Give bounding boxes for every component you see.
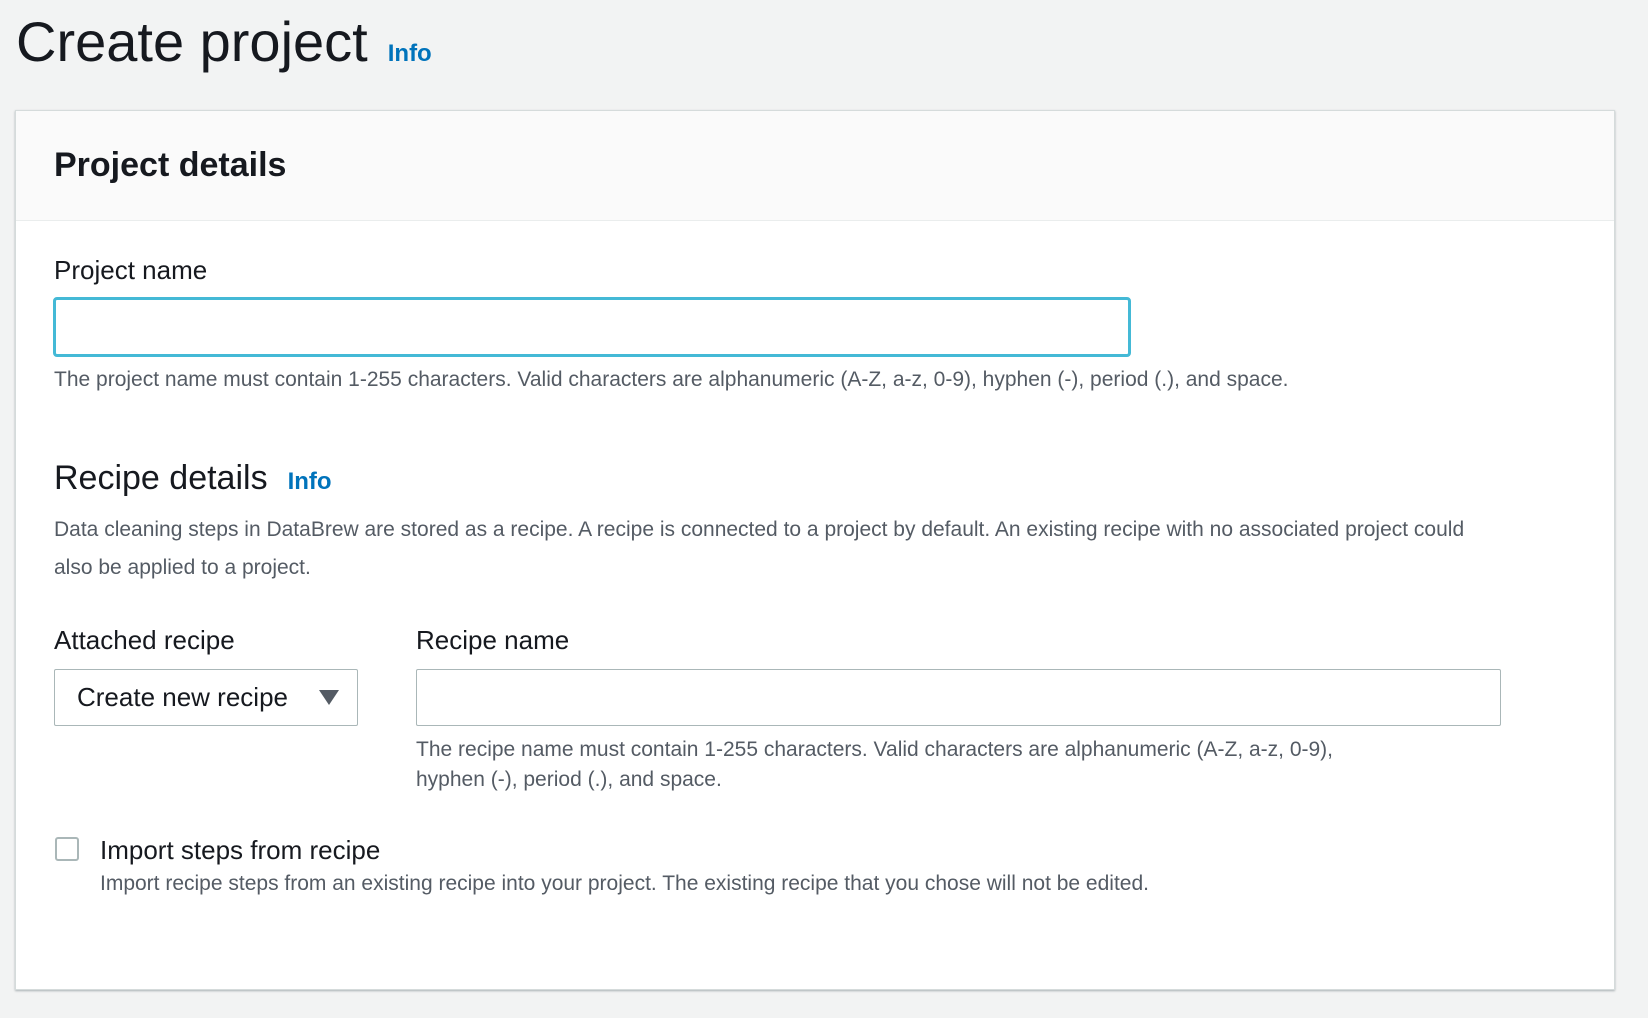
recipe-details-title: Recipe details <box>54 459 268 497</box>
project-name-hint: The project name must contain 1-255 char… <box>54 368 1289 391</box>
import-steps-checkbox[interactable] <box>55 837 79 861</box>
recipe-info-link[interactable]: Info <box>288 468 332 496</box>
page-title: Create project <box>16 10 368 73</box>
recipe-name-hint-line1: The recipe name must contain 1-255 chara… <box>416 738 1334 761</box>
recipe-name-hint: The recipe name must contain 1-255 chara… <box>416 735 1333 795</box>
recipe-name-hint-line2: hyphen (-), period (.), and space. <box>416 768 722 791</box>
project-name-input[interactable] <box>53 297 1131 357</box>
import-steps-label[interactable]: Import steps from recipe <box>100 835 380 866</box>
recipe-details-description: Data cleaning steps in DataBrew are stor… <box>54 518 1465 579</box>
project-details-panel: Project details Project name The project… <box>15 110 1615 990</box>
import-steps-description: Import recipe steps from an existing rec… <box>100 872 1149 895</box>
attached-recipe-label: Attached recipe <box>54 625 235 655</box>
recipe-details-header: Recipe details Info <box>54 459 332 498</box>
attached-recipe-select[interactable]: Create new recipe <box>54 669 358 726</box>
panel-title: Project details <box>54 146 287 184</box>
page-header: Create project Info <box>16 8 432 76</box>
project-name-label: Project name <box>54 255 208 285</box>
caret-down-icon <box>319 690 339 705</box>
panel-header: Project details <box>16 111 1614 221</box>
recipe-name-input[interactable] <box>416 669 1501 726</box>
attached-recipe-value: Create new recipe <box>77 682 288 712</box>
recipe-name-label: Recipe name <box>416 625 570 655</box>
header-info-link[interactable]: Info <box>388 40 432 68</box>
